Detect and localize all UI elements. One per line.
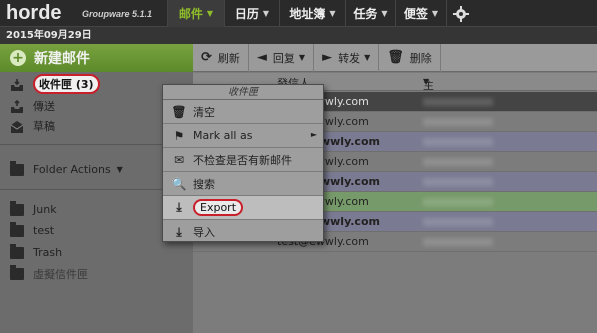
delete-label: 删除 xyxy=(409,51,432,65)
menu-item-empty-label: 清空 xyxy=(193,105,215,119)
chevron-down-icon: ▼ xyxy=(423,77,430,86)
folder-context-menu: 收件匣 🗑 清空 ⚑ Mark all as ► ✉ 不检查是否有新邮件 🔍 搜索 ⤓ Ex… xyxy=(162,84,324,242)
message-subject xyxy=(423,218,493,226)
trash-icon: 🗑 xyxy=(171,104,187,119)
folder-trash[interactable]: Trash xyxy=(0,243,193,262)
gear-icon xyxy=(452,5,469,22)
arrow-left-icon: ◄ xyxy=(256,50,267,65)
chevron-down-icon: ▼ xyxy=(364,53,371,62)
chevron-down-icon: ▼ xyxy=(329,9,336,18)
compose-button[interactable]: + 新建邮件 xyxy=(0,44,193,72)
toolbar: ⟳ 刷新 ◄ 回复 ▼ ► 转发 ▼ 🗑 删除 xyxy=(193,43,597,72)
menu-item-empty[interactable]: 🗑 清空 xyxy=(163,100,323,124)
chevron-down-icon: ▼ xyxy=(381,9,388,18)
delete-button[interactable]: 🗑 删除 xyxy=(379,43,441,72)
inbox-icon xyxy=(10,78,24,91)
nav-addressbook[interactable]: 地址簿 ▼ xyxy=(279,0,345,27)
nav-addressbook-label: 地址簿 xyxy=(289,7,326,21)
chevron-down-icon: ▼ xyxy=(262,9,270,18)
menu-item-import[interactable]: ⤓ 导入 xyxy=(163,220,323,244)
arrow-right-icon: ► xyxy=(322,50,333,65)
menu-item-import-label: 导入 xyxy=(193,226,215,239)
folder-junk-label: Junk xyxy=(33,203,57,216)
chevron-right-icon: ► xyxy=(310,130,317,139)
nav-mail-label: 邮件 xyxy=(178,7,203,21)
nav-mail[interactable]: 邮件 ▼ xyxy=(167,0,224,27)
menu-item-no-check[interactable]: ✉ 不检查是否有新邮件 xyxy=(163,148,323,172)
sent-icon xyxy=(10,99,24,113)
virtual-folder-icon xyxy=(10,264,24,280)
folder-icon xyxy=(10,243,24,259)
settings-button[interactable] xyxy=(446,0,474,27)
chevron-down-icon: ▼ xyxy=(116,165,123,174)
flag-icon: ⚑ xyxy=(173,128,185,143)
chevron-down-icon: ▼ xyxy=(431,9,439,18)
refresh-button[interactable]: ⟳ 刷新 xyxy=(193,43,249,72)
reply-label: 回复 xyxy=(272,51,295,65)
top-bar: horde Groupware 5.1.1 邮件 ▼ 日历 ▼ 地址簿 ▼ 任务 ▼ 便… xyxy=(0,0,597,27)
nav-tasks[interactable]: 任务 ▼ xyxy=(345,0,395,27)
folder-icon xyxy=(10,221,24,237)
chevron-down-icon: ▼ xyxy=(298,53,306,62)
menu-item-search-label: 搜索 xyxy=(193,177,215,191)
search-icon: 🔍 xyxy=(171,176,187,191)
date-bar: 2015年09月29日 xyxy=(0,27,597,44)
menu-item-export[interactable]: ⤓ Export xyxy=(163,196,323,220)
nav-calendar-label: 日历 xyxy=(234,7,259,21)
menu-item-mark-all-label: Mark all as xyxy=(193,129,253,142)
envelope-icon: ✉ xyxy=(173,152,185,167)
folder-actions-label: Folder Actions xyxy=(33,163,111,176)
forward-button[interactable]: ► 转发 ▼ xyxy=(314,43,380,72)
folder-virtual-label: 虛擬信件匣 xyxy=(33,267,88,281)
trash-icon: 🗑 xyxy=(387,50,404,65)
plus-icon: + xyxy=(10,50,26,66)
download-icon: ⤓ xyxy=(176,200,182,214)
drafts-icon xyxy=(10,120,24,133)
nav-notes-label: 便签 xyxy=(403,7,428,21)
compose-label: 新建邮件 xyxy=(34,51,90,67)
message-subject xyxy=(423,178,493,186)
folder-virtual[interactable]: 虛擬信件匣 xyxy=(0,264,193,283)
upload-icon: ⤓ xyxy=(176,224,182,239)
nav-notes[interactable]: 便签 ▼ xyxy=(395,0,446,27)
refresh-label: 刷新 xyxy=(217,51,240,65)
folder-inbox-label: 收件匣 (3) xyxy=(33,73,100,94)
nav-tasks-label: 任务 xyxy=(353,7,378,21)
message-subject xyxy=(423,98,493,106)
version-label: Groupware 5.1.1 xyxy=(82,9,153,19)
chevron-down-icon: ▼ xyxy=(206,9,214,18)
horde-logo[interactable]: horde xyxy=(6,2,62,25)
message-subject xyxy=(423,198,493,206)
folder-drafts-label: 草稿 xyxy=(33,119,55,133)
reply-button[interactable]: ◄ 回复 ▼ xyxy=(249,43,315,72)
forward-label: 转发 xyxy=(338,51,361,65)
folder-icon xyxy=(10,160,24,176)
refresh-icon: ⟳ xyxy=(201,50,212,65)
menu-item-no-check-label: 不检查是否有新邮件 xyxy=(193,153,292,167)
menu-item-search[interactable]: 🔍 搜索 xyxy=(163,172,323,196)
menu-item-export-label: Export xyxy=(193,199,244,216)
message-subject xyxy=(423,238,493,246)
folder-test-label: test xyxy=(33,224,55,237)
folder-sent-label: 傳送 xyxy=(33,99,55,113)
folder-trash-label: Trash xyxy=(33,246,63,259)
folder-icon xyxy=(10,200,24,216)
message-subject xyxy=(423,138,493,146)
nav-calendar[interactable]: 日历 ▼ xyxy=(224,0,279,27)
message-subject xyxy=(423,158,493,166)
menu-item-mark-all[interactable]: ⚑ Mark all as ► xyxy=(163,124,323,148)
message-subject xyxy=(423,118,493,126)
context-menu-title: 收件匣 xyxy=(163,85,323,100)
